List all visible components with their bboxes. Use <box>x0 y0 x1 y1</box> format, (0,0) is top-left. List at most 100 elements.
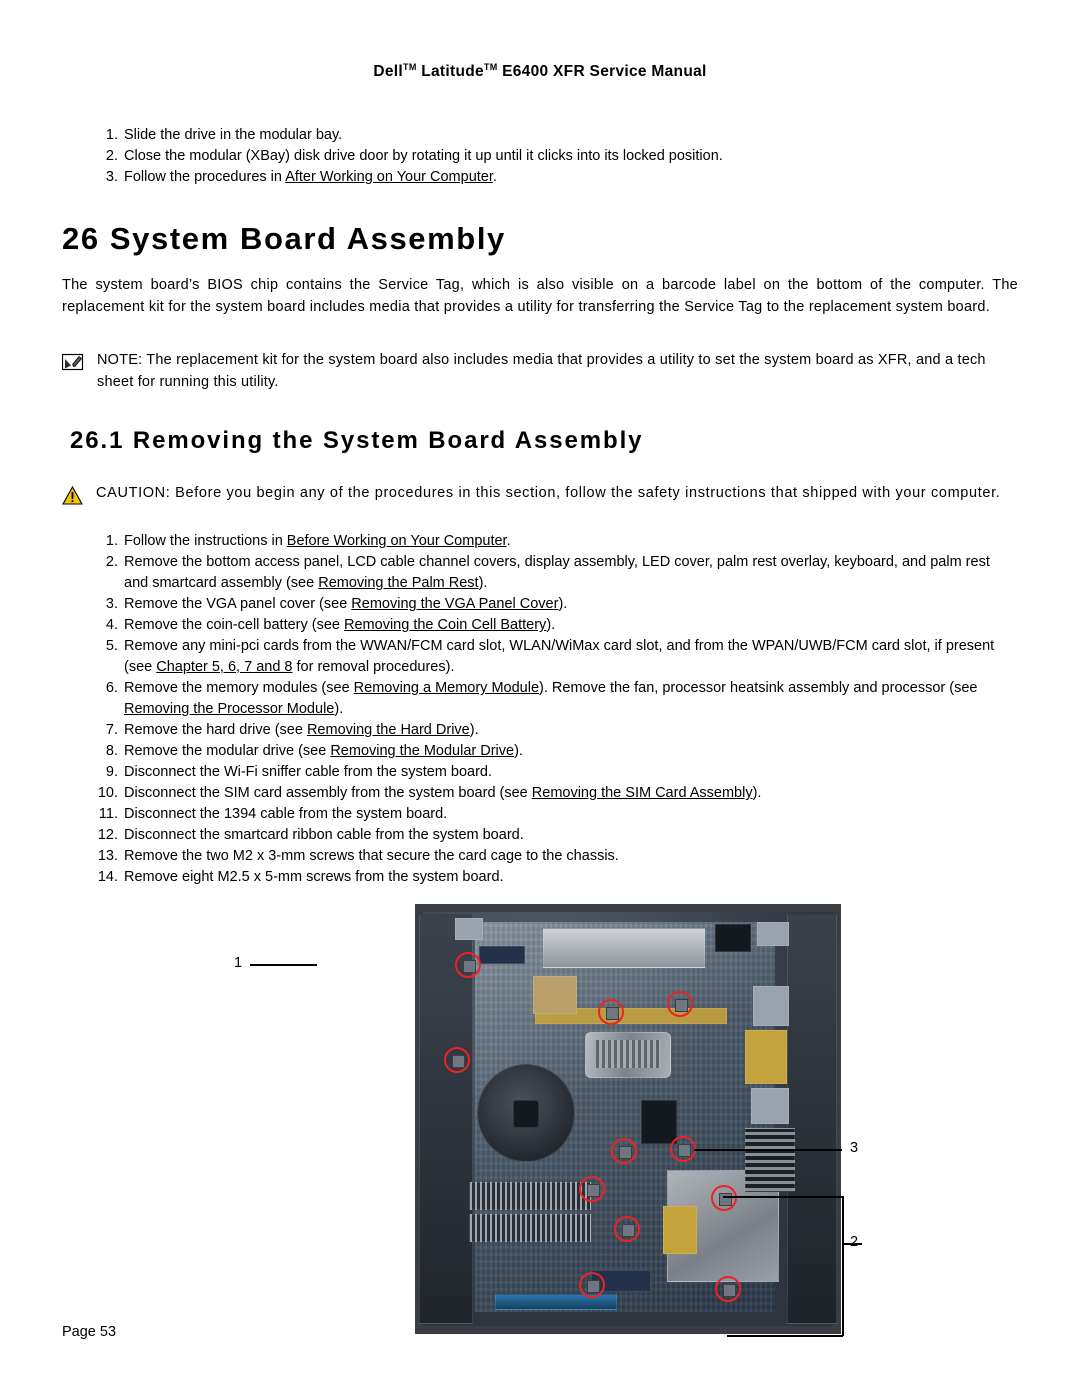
step-text: Remove the bottom access panel, LCD cabl… <box>124 554 990 592</box>
step-number: 5. <box>105 638 118 655</box>
step-number: 4. <box>105 617 118 634</box>
caution-body: Before you begin any of the procedures i… <box>170 485 1001 502</box>
step-text-post: ). <box>469 722 479 739</box>
step-text-post: ). <box>334 701 344 718</box>
step-text: Disconnect the smartcard ribbon cable fr… <box>124 827 524 844</box>
step-number: 3. <box>105 596 118 613</box>
list-item: 10. Disconnect the SIM card assembly fro… <box>62 783 1018 804</box>
step-text: Remove the memory modules (see <box>124 680 354 697</box>
intro-paragraph: The system board’s BIOS chip contains th… <box>62 277 1018 315</box>
page-title: 26 System Board Assembly <box>62 221 506 257</box>
step-number: 8. <box>105 743 118 760</box>
cross-reference-link[interactable]: Removing the Hard Drive <box>307 722 470 738</box>
step-text: Close the modular (XBay) disk drive door… <box>124 148 723 165</box>
list-item: 2. Remove the bottom access panel, LCD c… <box>62 552 1018 594</box>
step-number: 13. <box>97 848 118 865</box>
callout-leader-2 <box>842 1243 862 1245</box>
step-number: 3. <box>105 169 118 186</box>
step-number: 1. <box>105 533 118 550</box>
top-connector-1 <box>455 918 483 941</box>
callout-bracket-2-vertical <box>842 1196 844 1337</box>
note-label: NOTE: <box>97 352 143 369</box>
list-item: 1. Slide the drive in the modular bay. <box>62 125 1018 146</box>
connector-right-1 <box>753 986 789 1027</box>
screw-highlight <box>598 999 624 1026</box>
screw-highlight <box>614 1216 640 1243</box>
list-item: 9. Disconnect the Wi-Fi sniffer cable fr… <box>62 762 1018 783</box>
header-trademark-2: TM <box>483 62 498 72</box>
step-number: 2. <box>105 148 118 165</box>
connector-right-ribbon <box>745 1030 787 1085</box>
step-text: Remove the two M2 x 3-mm screws that sec… <box>124 848 619 865</box>
bottom-connector <box>495 1294 617 1311</box>
cross-reference-link[interactable]: Removing the Coin Cell Battery <box>344 617 546 633</box>
list-item: 8. Remove the modular drive (see Removin… <box>62 741 1018 762</box>
step-text: Disconnect the SIM card assembly from th… <box>124 785 532 802</box>
step-number: 11. <box>98 806 118 823</box>
header-title-mid: Latitude <box>416 63 484 81</box>
top-step-list: 1. Slide the drive in the modular bay. 2… <box>62 125 1018 188</box>
step-text: Slide the drive in the modular bay. <box>124 127 343 144</box>
step-text-post: ). <box>514 743 523 760</box>
step-number: 10. <box>97 785 118 802</box>
cross-reference-link[interactable]: Before Working on Your Computer <box>287 533 507 549</box>
step-number: 6. <box>105 680 118 697</box>
note-callout: NOTE: The replacement kit for the system… <box>61 350 1018 393</box>
bios-chip <box>641 1100 677 1145</box>
chassis-right-rail <box>787 914 837 1325</box>
screw-highlight <box>667 991 693 1018</box>
screw-highlight-card-cage <box>711 1185 737 1212</box>
fan-hub <box>513 1100 539 1129</box>
screw-highlight-card-cage <box>715 1276 741 1303</box>
ribbon-cable-2 <box>533 976 577 1015</box>
cross-reference-link[interactable]: Removing the Modular Drive <box>330 743 514 759</box>
page-content: 1. Slide the drive in the modular bay. 2… <box>0 125 1080 1337</box>
note-pencil-icon <box>61 353 84 373</box>
connector-right-2 <box>751 1088 789 1125</box>
list-item: 3. Follow the procedures in After Workin… <box>62 167 1018 188</box>
step-text: Disconnect the Wi-Fi sniffer cable from … <box>124 764 493 781</box>
screw-highlight <box>670 1136 696 1163</box>
warning-triangle-icon <box>62 486 83 505</box>
step-text: Follow the procedures in <box>124 169 286 186</box>
screw-highlight <box>455 952 481 979</box>
callout-bracket-2-top <box>723 1196 843 1198</box>
cross-reference-link[interactable]: Removing a Memory Module <box>354 680 539 696</box>
section-heading: 26.1 Removing the System Board Assembly <box>70 427 644 455</box>
list-item: 1. Follow the instructions in Before Wor… <box>62 531 1018 552</box>
step-number: 7. <box>105 722 118 739</box>
step-text-mid: ). Remove the fan, processor heatsink as… <box>539 680 978 697</box>
cross-reference-link-2[interactable]: Removing the Processor Module <box>124 701 334 717</box>
memory-slot-2 <box>469 1214 591 1243</box>
memory-slot-1 <box>469 1182 591 1211</box>
step-text: Remove the hard drive (see <box>124 722 307 739</box>
step-text-post: ). <box>558 596 568 613</box>
screw-highlight <box>579 1176 605 1203</box>
heatsink-fins <box>593 1040 661 1069</box>
list-item: 3. Remove the VGA panel cover (see Remov… <box>62 594 1018 615</box>
caution-callout: CAUTION: Before you begin any of the pro… <box>62 483 1018 505</box>
step-number: 14. <box>97 869 118 886</box>
step-text: Remove eight M2.5 x 5-mm screws from the… <box>124 869 504 886</box>
top-connector-2 <box>715 924 751 953</box>
step-text-post: . <box>506 533 511 550</box>
step-text: Disconnect the 1394 cable from the syste… <box>124 806 448 823</box>
vent-grille <box>745 1128 795 1193</box>
cross-reference-link[interactable]: Removing the VGA Panel Cover <box>351 596 558 612</box>
screw-highlight <box>579 1272 605 1299</box>
list-item: 13. Remove the two M2 x 3-mm screws that… <box>62 846 1018 867</box>
callout-label-2: 2 <box>850 1234 859 1251</box>
cross-reference-link[interactable]: Chapter 5, 6, 7 and 8 <box>156 659 292 675</box>
note-text: NOTE: The replacement kit for the system… <box>97 350 1018 393</box>
callout-bracket-2-bottom <box>727 1335 843 1337</box>
document-page: DellTM LatitudeTM E6400 XFR Service Manu… <box>0 0 1080 1397</box>
step-text: Follow the instructions in <box>124 533 287 550</box>
system-board-screw-locations-photo <box>415 904 841 1335</box>
cross-reference-link[interactable]: Removing the Palm Rest <box>318 575 478 591</box>
caution-label: CAUTION: <box>96 485 171 502</box>
cross-reference-link[interactable]: After Working on Your Computer <box>285 169 493 185</box>
callout-leader-1 <box>250 964 317 966</box>
step-number: 2. <box>105 554 118 571</box>
step-text: Remove the VGA panel cover (see <box>124 596 352 613</box>
cross-reference-link[interactable]: Removing the SIM Card Assembly <box>532 785 753 801</box>
